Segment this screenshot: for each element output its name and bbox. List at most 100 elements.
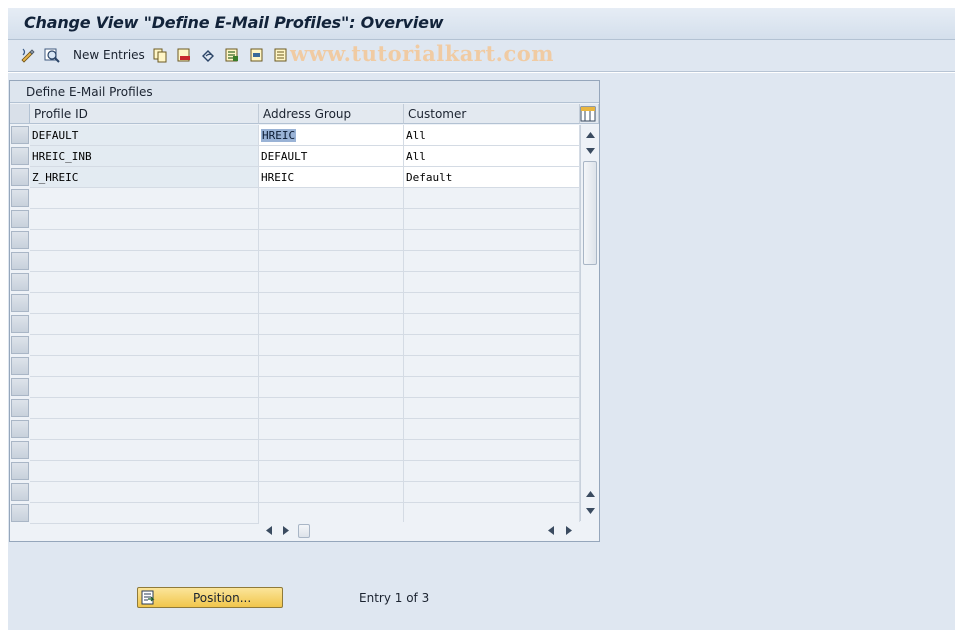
empty-cell [259, 482, 404, 503]
empty-cell [259, 461, 404, 482]
entry-count: Entry 1 of 3 [359, 591, 430, 605]
empty-cell [404, 314, 580, 335]
column-header-profile-id[interactable]: Profile ID [30, 104, 259, 124]
column-header-customer[interactable]: Customer [404, 104, 580, 124]
copy-as-icon[interactable] [151, 46, 168, 63]
cell-address-group[interactable]: DEFAULT [259, 146, 404, 167]
table-settings-icon[interactable] [580, 106, 596, 122]
empty-cell [404, 251, 580, 272]
application-toolbar: New Entries www.tutorialkart.com [8, 40, 955, 72]
page-up-icon[interactable] [582, 143, 598, 159]
row-selector[interactable] [11, 399, 29, 417]
row-selector[interactable] [11, 147, 29, 165]
empty-cell [404, 419, 580, 440]
empty-cell [30, 398, 259, 419]
cell-customer[interactable]: All [404, 125, 580, 146]
page-down-up-icon[interactable] [582, 486, 598, 502]
empty-cell [30, 209, 259, 230]
select-block-icon[interactable] [248, 46, 265, 63]
empty-cell [30, 188, 259, 209]
empty-cell [259, 209, 404, 230]
row-selector[interactable] [11, 231, 29, 249]
empty-cell [30, 314, 259, 335]
row-selector[interactable] [11, 210, 29, 228]
undo-change-icon[interactable] [199, 46, 216, 63]
watermark: www.tutorialkart.com [290, 41, 554, 66]
row-selector[interactable] [11, 357, 29, 375]
empty-cell [404, 398, 580, 419]
empty-cell [259, 440, 404, 461]
empty-cell [30, 230, 259, 251]
empty-cell [404, 272, 580, 293]
cell-customer[interactable]: All [404, 146, 580, 167]
row-selector[interactable] [11, 420, 29, 438]
horizontal-scrollbar[interactable] [259, 522, 580, 538]
cell-address-group-text: HREIC [261, 171, 295, 184]
row-selector[interactable] [11, 126, 29, 144]
row-selector[interactable] [11, 168, 29, 186]
empty-cell [259, 356, 404, 377]
row-selector[interactable] [11, 315, 29, 333]
empty-cell [30, 503, 259, 524]
page-title: Change View "Define E-Mail Profiles": Ov… [24, 13, 444, 32]
empty-cell [30, 377, 259, 398]
cell-profile-id: HREIC_INB [30, 146, 259, 167]
cell-profile-id: DEFAULT [30, 125, 259, 146]
empty-cell [30, 356, 259, 377]
title-bar: Change View "Define E-Mail Profiles": Ov… [8, 8, 955, 40]
row-selector[interactable] [11, 504, 29, 522]
row-selector[interactable] [11, 441, 29, 459]
position-icon [141, 590, 155, 605]
empty-cell [404, 335, 580, 356]
horizontal-scroll-thumb[interactable] [298, 524, 310, 538]
empty-cell [30, 440, 259, 461]
vertical-scrollbar[interactable] [580, 125, 598, 521]
select-all-icon[interactable] [223, 46, 240, 63]
empty-cell [404, 356, 580, 377]
row-selector[interactable] [11, 273, 29, 291]
row-selector[interactable] [11, 189, 29, 207]
empty-cell [259, 293, 404, 314]
cell-address-group[interactable]: HREIC [259, 125, 404, 146]
empty-cell [404, 461, 580, 482]
position-button[interactable]: Position... [137, 587, 283, 608]
empty-cell [259, 314, 404, 335]
cell-customer[interactable]: Default [404, 167, 580, 188]
vertical-scroll-thumb[interactable] [583, 161, 597, 265]
empty-cell [404, 503, 580, 524]
empty-cell [259, 188, 404, 209]
scroll-up-icon[interactable] [582, 127, 598, 143]
row-selector[interactable] [11, 462, 29, 480]
table-control: Define E-Mail Profiles Profile ID Addres… [9, 80, 600, 542]
cell-address-group-text: DEFAULT [261, 150, 308, 163]
empty-cell [404, 230, 580, 251]
cell-address-group[interactable]: HREIC [259, 167, 404, 188]
delete-icon[interactable] [175, 46, 192, 63]
cell-customer-text: All [406, 129, 426, 142]
select-all-rows-button[interactable] [10, 104, 30, 124]
other-view-icon[interactable] [43, 46, 60, 63]
scroll-right-icon[interactable] [278, 522, 294, 538]
scroll-left-icon[interactable] [261, 522, 277, 538]
new-entries-button[interactable]: New Entries [73, 48, 145, 62]
row-selector[interactable] [11, 294, 29, 312]
row-selector[interactable] [11, 378, 29, 396]
cell-profile-id-text: Z_HREIC [32, 171, 79, 184]
cell-customer-text: All [406, 150, 426, 163]
empty-cell [404, 377, 580, 398]
row-selector[interactable] [11, 336, 29, 354]
scroll-right-end-left-icon[interactable] [543, 522, 559, 538]
cell-profile-id-text: DEFAULT [32, 129, 79, 142]
scroll-down-icon[interactable] [582, 503, 598, 519]
scroll-right-end-icon[interactable] [561, 522, 577, 538]
position-button-label: Position... [193, 591, 252, 605]
display-change-icon[interactable] [19, 46, 36, 63]
cell-profile-id: Z_HREIC [30, 167, 259, 188]
row-selector[interactable] [11, 483, 29, 501]
deselect-all-icon[interactable] [272, 46, 289, 63]
empty-cell [404, 440, 580, 461]
empty-cell [259, 398, 404, 419]
table-title: Define E-Mail Profiles [10, 81, 599, 103]
column-header-address-group[interactable]: Address Group [259, 104, 404, 124]
row-selector[interactable] [11, 252, 29, 270]
